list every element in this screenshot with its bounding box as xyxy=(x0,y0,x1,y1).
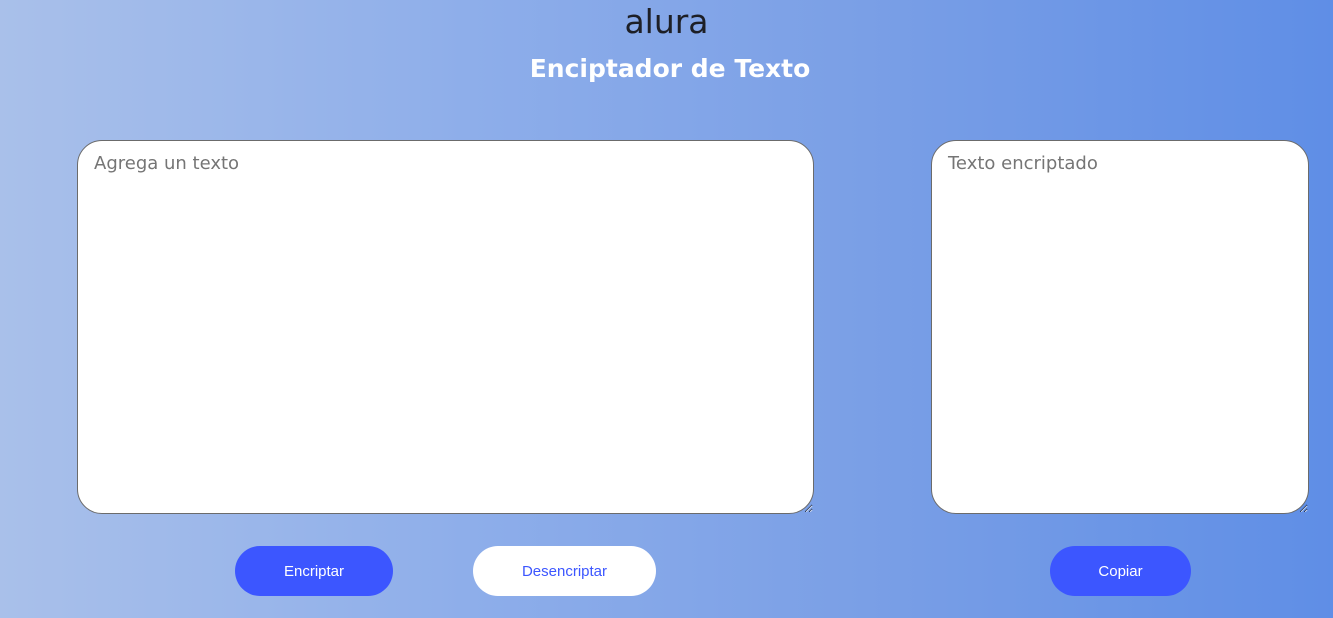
page-title: Enciptador de Texto xyxy=(529,54,811,83)
encrypt-button[interactable]: Encriptar xyxy=(235,546,393,596)
input-textarea[interactable] xyxy=(77,140,814,514)
copy-button[interactable]: Copiar xyxy=(1050,546,1191,596)
output-textarea[interactable] xyxy=(931,140,1309,514)
alura-logo: alura xyxy=(624,2,709,41)
decrypt-button[interactable]: Desencriptar xyxy=(473,546,656,596)
